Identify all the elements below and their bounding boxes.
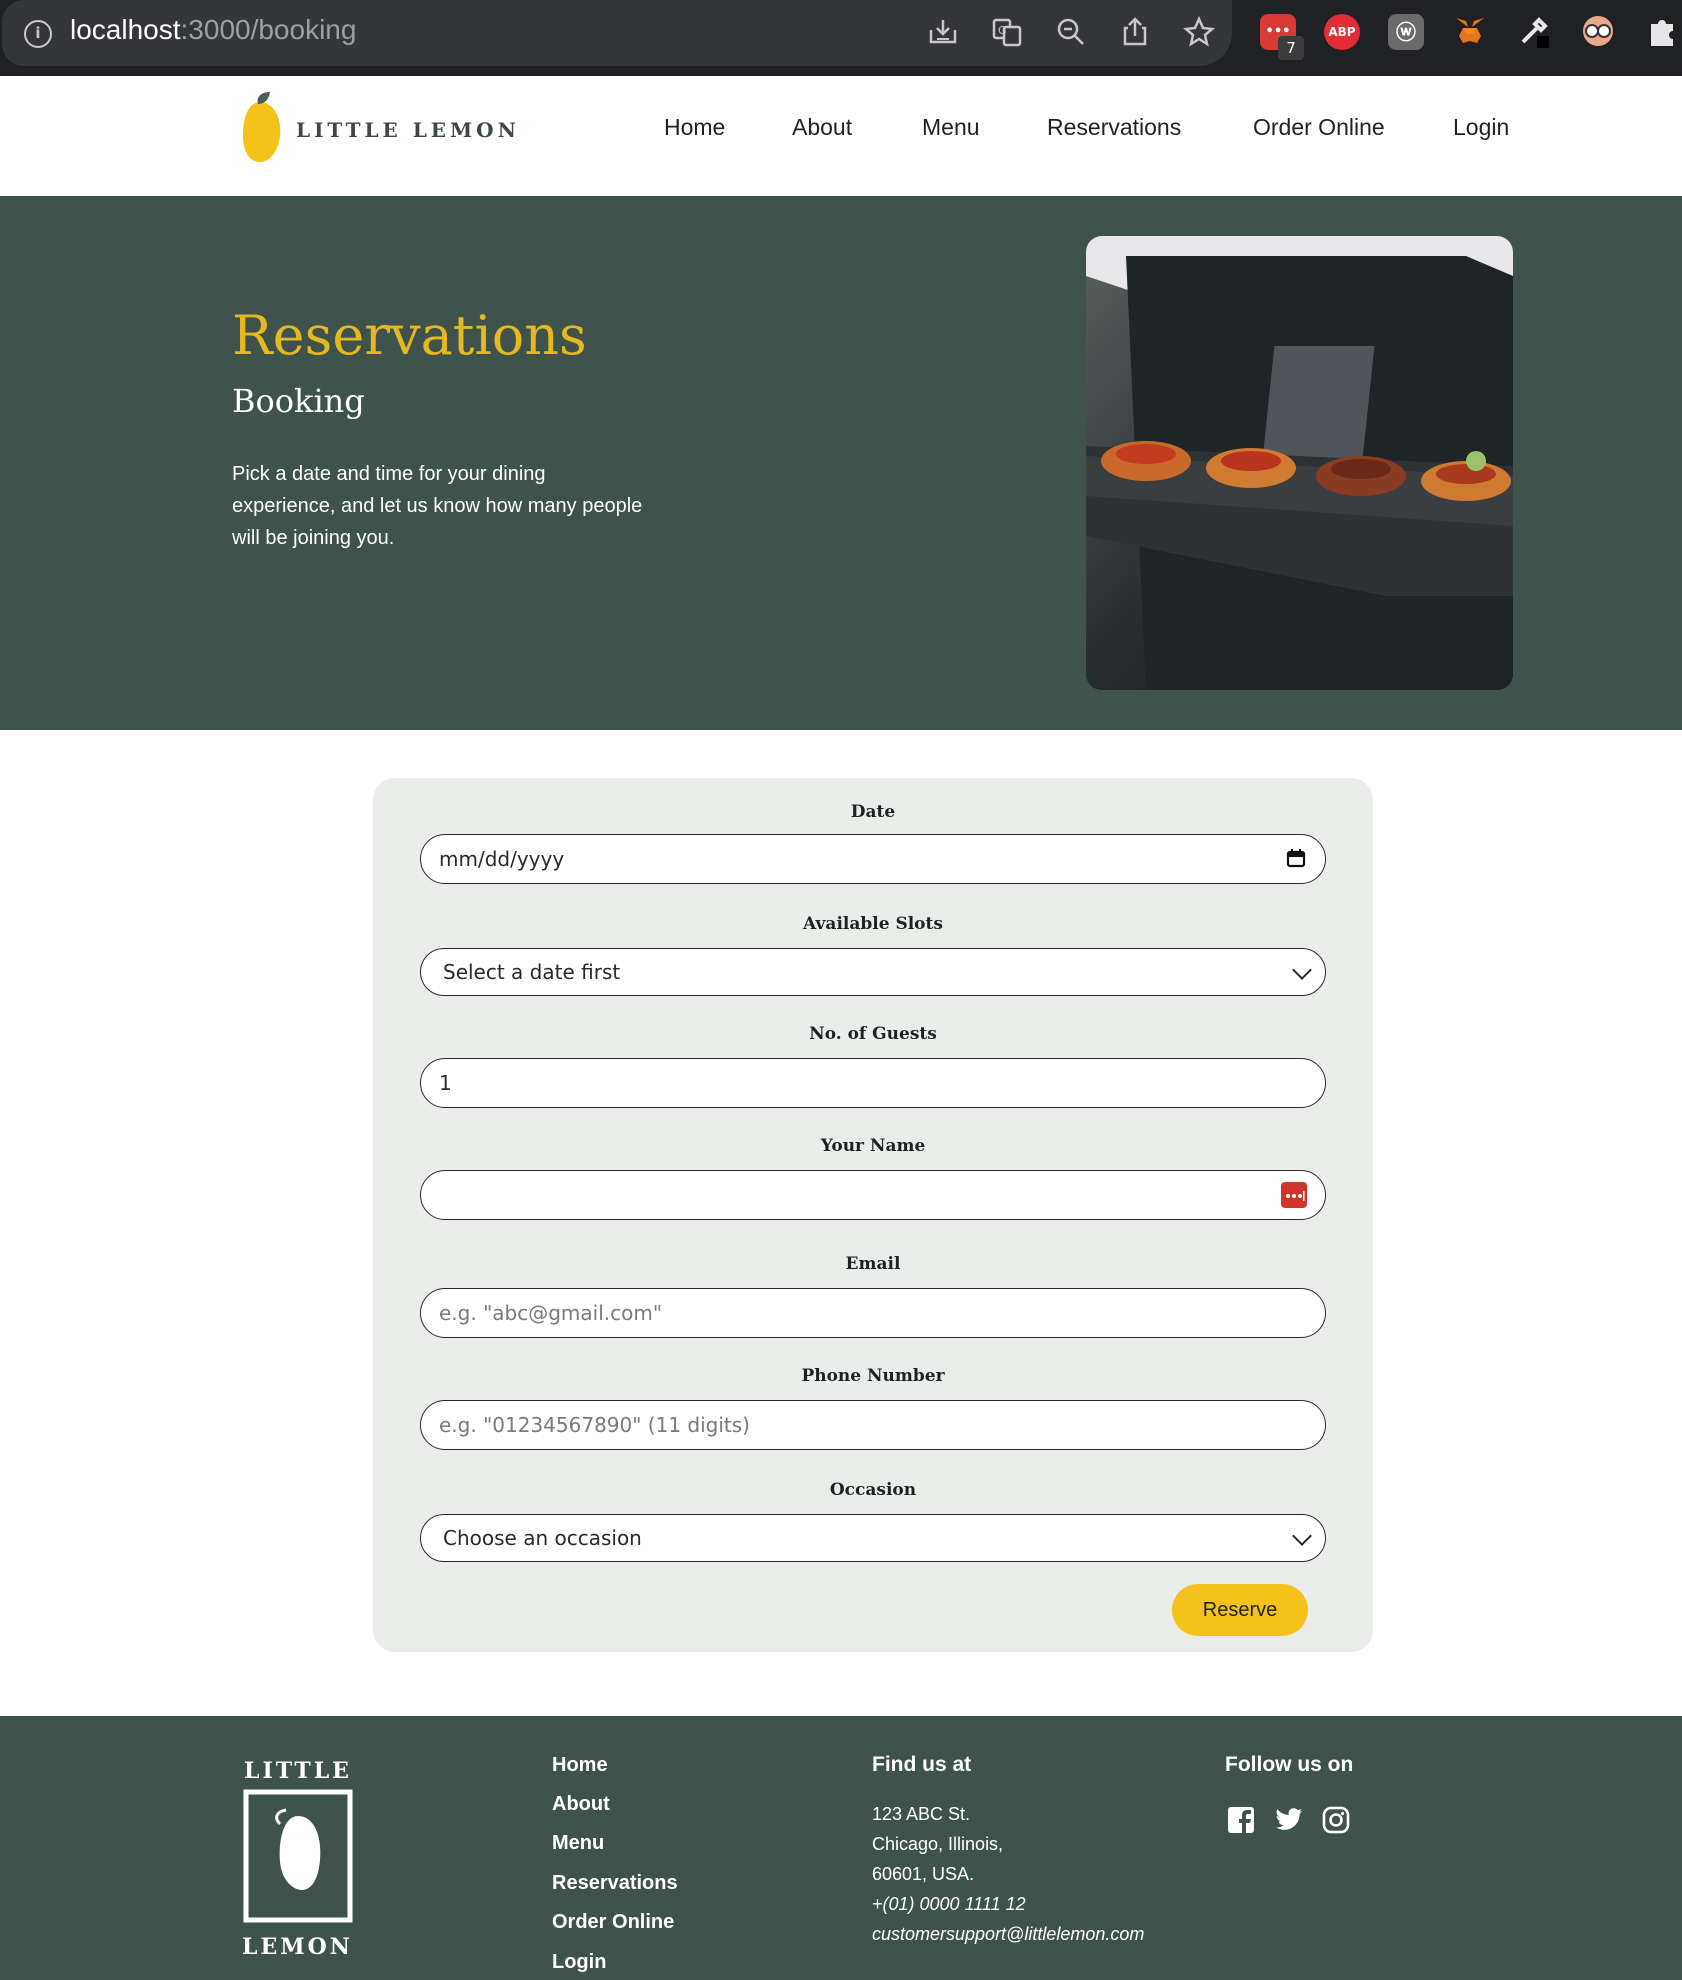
- extensions-puzzle-icon[interactable]: [1644, 14, 1680, 50]
- footer-link-menu[interactable]: Menu: [552, 1832, 604, 1855]
- email-placeholder: e.g. "abc@gmail.com": [439, 1301, 663, 1325]
- address-line-3: 60601, USA.: [872, 1864, 975, 1884]
- slots-selected-value: Select a date first: [443, 960, 621, 984]
- hero-image: [1086, 236, 1513, 690]
- nav-reservations[interactable]: Reservations: [1047, 114, 1181, 141]
- page-subtitle: Booking: [232, 382, 365, 420]
- guests-value: 1: [439, 1071, 452, 1095]
- date-label: Date: [850, 802, 896, 822]
- chevron-down-icon: [1292, 960, 1312, 980]
- extension-badge: 7: [1278, 36, 1304, 60]
- url-path: :3000/booking: [180, 14, 357, 45]
- nav-order-online[interactable]: Order Online: [1253, 114, 1385, 141]
- url-host: localhost: [70, 14, 181, 45]
- follow-us-heading: Follow us on: [1225, 1753, 1354, 1776]
- footer-link-login[interactable]: Login: [552, 1951, 606, 1974]
- address-bar[interactable]: i localhost:3000/booking G: [2, 0, 1232, 66]
- footer-logo-top: LITTLE: [244, 1758, 352, 1784]
- colorpicker-extension-icon[interactable]: [1516, 14, 1552, 50]
- date-placeholder: mm/dd/yyyy: [439, 847, 565, 871]
- metamask-extension-icon[interactable]: [1452, 14, 1488, 50]
- nav-about[interactable]: About: [792, 114, 852, 141]
- lemon-icon: [242, 92, 281, 162]
- footer-link-reservations[interactable]: Reservations: [552, 1872, 678, 1895]
- site-info-icon[interactable]: i: [24, 20, 52, 48]
- facebook-icon[interactable]: [1227, 1806, 1257, 1836]
- little-lemon-logo[interactable]: LITTLE LEMON: [240, 90, 516, 170]
- hero-description: Pick a date and time for your dining exp…: [232, 463, 643, 549]
- wordpress-extension-icon[interactable]: ⓦ: [1388, 14, 1424, 50]
- nav-home[interactable]: Home: [664, 114, 725, 141]
- browser-toolbar: i localhost:3000/booking G ••• 7 ABP ⓦ: [0, 0, 1682, 76]
- booking-form: Date mm/dd/yyyy Available Slots Select a…: [373, 778, 1373, 1652]
- site-footer: LITTLE LEMON Home About Menu Reservation…: [0, 1716, 1682, 1980]
- address-line-1: 123 ABC St.: [872, 1804, 971, 1824]
- footer-link-order-online[interactable]: Order Online: [552, 1911, 674, 1934]
- slots-label: Available Slots: [803, 914, 943, 934]
- chevron-down-icon: [1292, 1526, 1312, 1546]
- occasion-select[interactable]: Choose an occasion: [420, 1514, 1326, 1562]
- zoom-out-icon[interactable]: [1054, 16, 1088, 50]
- hero-section: Reservations Booking Pick a date and tim…: [0, 196, 1682, 730]
- guests-label: No. of Guests: [809, 1024, 937, 1044]
- guests-input[interactable]: 1: [420, 1058, 1326, 1108]
- address-line-2: Chicago, Illinois,: [872, 1834, 1004, 1854]
- occasion-label: Occasion: [829, 1480, 917, 1500]
- nav-menu[interactable]: Menu: [922, 114, 980, 141]
- twitter-icon[interactable]: [1274, 1806, 1304, 1836]
- url-text[interactable]: localhost:3000/booking: [70, 14, 356, 46]
- name-input[interactable]: [420, 1170, 1326, 1220]
- name-label: Your Name: [820, 1136, 926, 1156]
- footer-logo[interactable]: LITTLE LEMON: [240, 1754, 360, 1980]
- install-icon[interactable]: [926, 16, 960, 50]
- phone-input[interactable]: e.g. "01234567890" (11 digits): [420, 1400, 1326, 1450]
- phone-label: Phone Number: [801, 1366, 945, 1386]
- email-label: Email: [845, 1254, 901, 1274]
- slots-select[interactable]: Select a date first: [420, 948, 1326, 996]
- bookmark-star-icon[interactable]: [1182, 15, 1216, 50]
- page-title: Reservations: [232, 304, 587, 367]
- glasses-extension-icon[interactable]: [1580, 14, 1616, 50]
- footer-link-about[interactable]: About: [552, 1793, 610, 1816]
- share-icon[interactable]: [1118, 16, 1152, 50]
- translate-icon[interactable]: G: [990, 16, 1024, 50]
- site-header: LITTLE LEMON Home About Menu Reservation…: [0, 76, 1682, 196]
- instagram-icon[interactable]: [1322, 1806, 1352, 1836]
- footer-email[interactable]: customersupport@littlelemon.com: [872, 1924, 1144, 1945]
- footer-phone[interactable]: +(01) 0000 1111 12: [872, 1894, 1026, 1915]
- footer-logo-bottom: LEMON: [242, 1934, 353, 1960]
- calendar-icon[interactable]: [1285, 847, 1307, 874]
- reserve-button[interactable]: Reserve: [1172, 1584, 1308, 1636]
- footer-link-home[interactable]: Home: [552, 1754, 608, 1777]
- nav-login[interactable]: Login: [1453, 114, 1509, 141]
- adblock-extension-icon[interactable]: ABP: [1324, 14, 1360, 50]
- email-input[interactable]: e.g. "abc@gmail.com": [420, 1288, 1326, 1338]
- svg-text:G: G: [998, 24, 1007, 37]
- lastpass-fill-icon[interactable]: [1281, 1182, 1307, 1213]
- find-us-heading: Find us at: [872, 1753, 972, 1776]
- logo-text: LITTLE LEMON: [296, 118, 520, 142]
- occasion-selected-value: Choose an occasion: [443, 1526, 642, 1550]
- date-input[interactable]: mm/dd/yyyy: [420, 834, 1326, 884]
- phone-placeholder: e.g. "01234567890" (11 digits): [439, 1413, 750, 1437]
